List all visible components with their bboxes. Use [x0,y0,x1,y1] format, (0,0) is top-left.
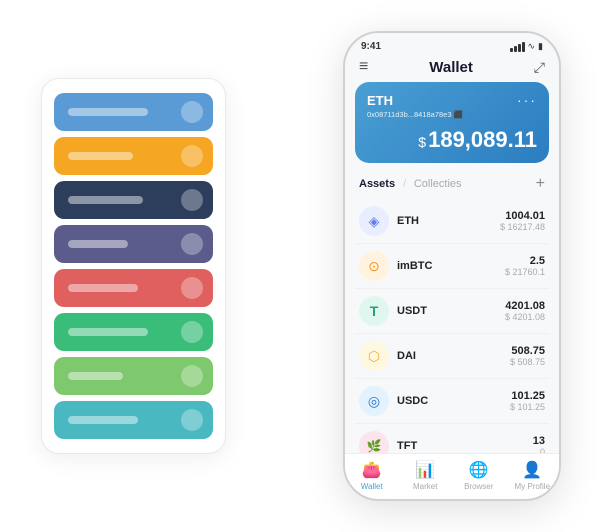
card-item[interactable] [54,313,213,351]
asset-amount-eth: 1004.01 [500,210,545,222]
card-icon [181,277,203,299]
card-item[interactable] [54,357,213,395]
card-item[interactable] [54,93,213,131]
card-item[interactable] [54,225,213,263]
card-icon [181,145,203,167]
card-label [68,108,148,116]
asset-amount-usdt: 4201.08 [505,300,545,312]
card-label [68,416,138,424]
asset-usd-imbtc: $ 21760.1 [505,267,545,277]
asset-amounts-eth: 1004.01 $ 16217.48 [500,210,545,232]
asset-row-eth[interactable]: ◈ ETH 1004.01 $ 16217.48 [355,199,549,244]
asset-row-usdt[interactable]: T USDT 4201.08 $ 4201.08 [355,289,549,334]
asset-usd-dai: $ 508.75 [510,357,545,367]
phone-header: ≡ Wallet ⤢ [345,56,559,82]
browser-nav-icon: 🌐 [469,460,489,480]
battery-icon: ▮ [538,41,543,52]
asset-row-usdc[interactable]: ◎ USDC 101.25 $ 101.25 [355,379,549,424]
asset-usd-eth: $ 16217.48 [500,222,545,232]
wallet-nav-icon: 👛 [362,460,382,480]
nav-profile[interactable]: 👤 My Profile [506,460,560,491]
card-label [68,284,138,292]
wallet-nav-label: Wallet [361,482,383,491]
eth-card[interactable]: ETH ··· 0x08711d3b...8418a78e3 ⬛ $189,08… [355,82,549,163]
card-item[interactable] [54,181,213,219]
asset-amount-usdc: 101.25 [510,390,545,402]
asset-amount-imbtc: 2.5 [505,255,545,267]
asset-name-imbtc: imBTC [397,260,505,272]
asset-name-dai: DAI [397,350,510,362]
usdc-icon: ◎ [359,386,389,416]
scene: 9:41 ∿ ▮ ≡ Wallet ⤢ ETH ··· [11,11,591,521]
card-item[interactable] [54,401,213,439]
asset-usd-usdt: $ 4201.08 [505,312,545,322]
asset-list: ◈ ETH 1004.01 $ 16217.48 ⊙ imBTC 2.5 $ 2… [345,199,559,453]
page-title: Wallet [429,59,473,76]
card-icon [181,189,203,211]
status-icons: ∿ ▮ [510,41,544,52]
asset-amounts-tft: 13 0 [533,435,545,453]
asset-name-usdt: USDT [397,305,505,317]
nav-market[interactable]: 📊 Market [399,460,453,491]
imbtc-icon: ⊙ [359,251,389,281]
asset-amounts-usdc: 101.25 $ 101.25 [510,390,545,412]
asset-name-usdc: USDC [397,395,510,407]
card-icon [181,321,203,343]
asset-amounts-usdt: 4201.08 $ 4201.08 [505,300,545,322]
asset-row-imbtc[interactable]: ⊙ imBTC 2.5 $ 21760.1 [355,244,549,289]
asset-name-tft: TFT [397,440,533,452]
expand-icon[interactable]: ⤢ [534,59,545,76]
tab-assets[interactable]: Assets [359,178,395,190]
profile-nav-icon: 👤 [522,460,542,480]
nav-browser[interactable]: 🌐 Browser [452,460,506,491]
status-bar: 9:41 ∿ ▮ [345,33,559,56]
asset-row-tft[interactable]: 🌿 TFT 13 0 [355,424,549,453]
market-nav-label: Market [413,482,437,491]
browser-nav-label: Browser [464,482,493,491]
eth-icon: ◈ [359,206,389,236]
card-label [68,328,148,336]
asset-amount-tft: 13 [533,435,545,447]
dollar-sign: $ [418,134,426,150]
asset-row-dai[interactable]: ⬡ DAI 508.75 $ 508.75 [355,334,549,379]
card-label [68,240,128,248]
add-asset-button[interactable]: + [536,175,545,193]
card-item[interactable] [54,269,213,307]
wifi-icon: ∿ [528,41,536,52]
asset-amounts-imbtc: 2.5 $ 21760.1 [505,255,545,277]
phone: 9:41 ∿ ▮ ≡ Wallet ⤢ ETH ··· [343,31,561,501]
market-nav-icon: 📊 [415,460,435,480]
tab-collecties[interactable]: Collecties [414,178,462,190]
card-icon [181,409,203,431]
tft-icon: 🌿 [359,431,389,453]
assets-tabs: Assets / Collecties [359,178,462,190]
eth-card-menu[interactable]: ··· [517,92,537,108]
card-label [68,372,123,380]
asset-amount-dai: 508.75 [510,345,545,357]
menu-icon[interactable]: ≡ [359,58,368,76]
asset-name-eth: ETH [397,215,500,227]
bottom-nav: 👛 Wallet 📊 Market 🌐 Browser 👤 My Profile [345,453,559,499]
eth-card-top: ETH ··· [367,92,537,108]
card-stack [41,78,226,454]
assets-header: Assets / Collecties + [345,171,559,199]
asset-amounts-dai: 508.75 $ 508.75 [510,345,545,367]
card-icon [181,365,203,387]
profile-nav-label: My Profile [514,482,550,491]
card-label [68,196,143,204]
tab-separator: / [403,179,406,190]
nav-wallet[interactable]: 👛 Wallet [345,460,399,491]
asset-usd-usdc: $ 101.25 [510,402,545,412]
card-icon [181,233,203,255]
eth-card-balance: $189,089.11 [367,127,537,153]
signal-icon [510,42,525,52]
eth-card-address: 0x08711d3b...8418a78e3 ⬛ [367,110,537,119]
card-icon [181,101,203,123]
eth-card-name: ETH [367,93,393,108]
usdt-icon: T [359,296,389,326]
status-time: 9:41 [361,41,381,52]
card-label [68,152,133,160]
card-item[interactable] [54,137,213,175]
dai-icon: ⬡ [359,341,389,371]
